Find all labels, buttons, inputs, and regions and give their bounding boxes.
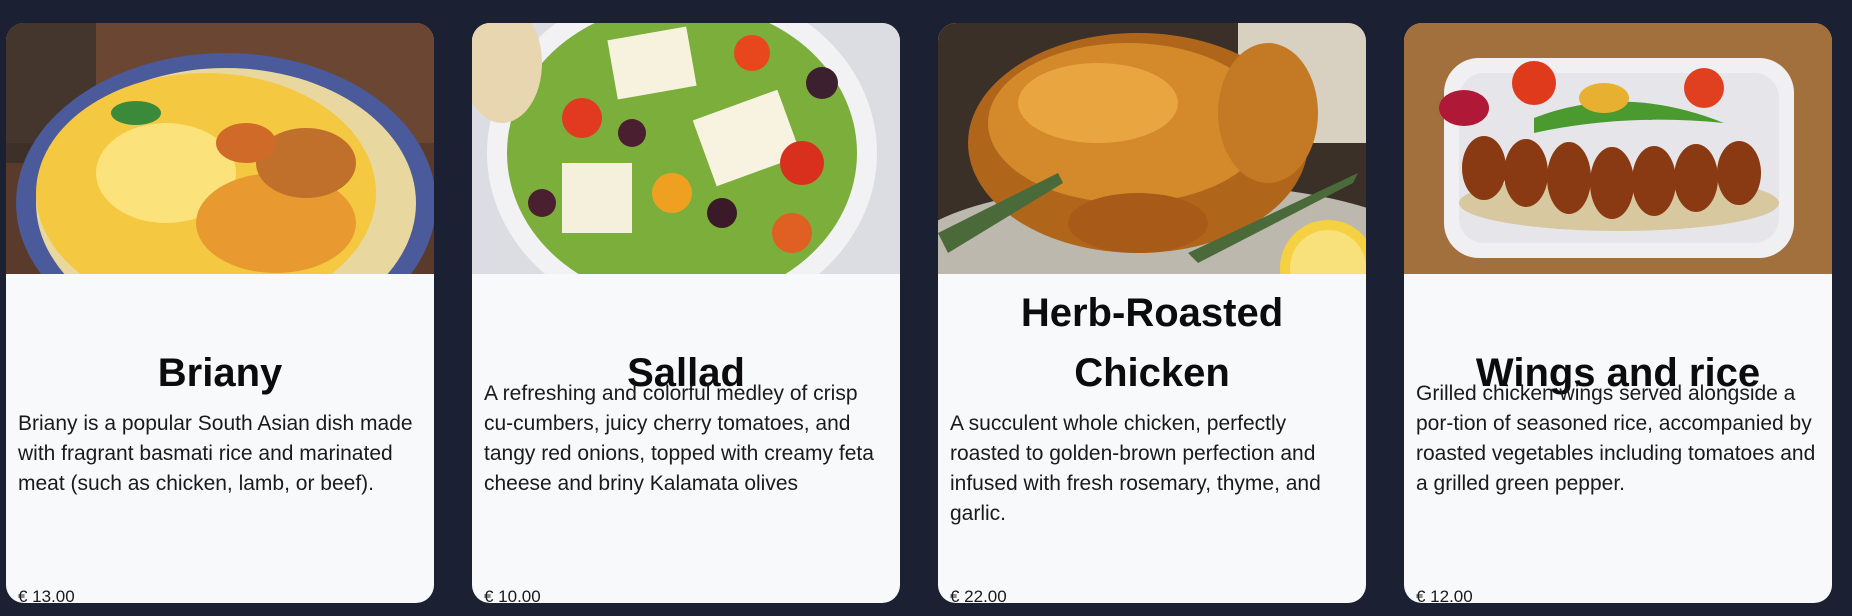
menu-card[interactable]: Wings and rice Grilled chicken wings ser…	[1404, 23, 1832, 603]
greek-salad-photo	[472, 23, 900, 274]
dish-description: A succulent whole chicken, perfectly roa…	[950, 412, 1321, 525]
dish-description: Grilled chicken wings served alongside a…	[1416, 382, 1816, 495]
wings-and-rice-photo	[1404, 23, 1832, 274]
roast-chicken-photo	[938, 23, 1366, 274]
dish-title: Briany	[157, 351, 283, 395]
menu-card[interactable]: Sallad A refreshing and colorful medley …	[472, 23, 900, 603]
dish-price: € 10.00	[484, 587, 541, 603]
dish-description: A refreshing and colorful medley of cris…	[484, 382, 874, 495]
menu-card[interactable]: Herb-Roasted Chicken A succulent whole c…	[938, 23, 1366, 603]
menu-grid: Briany Briany is a popular South Asian d…	[6, 23, 1832, 603]
dish-price: € 12.00	[1416, 587, 1473, 603]
dish-description: Briany is a popular South Asian dish mad…	[18, 412, 413, 495]
dish-title: Herb-Roasted Chicken	[1020, 291, 1284, 395]
dish-price: € 13.00	[18, 587, 75, 603]
biryani-photo	[6, 23, 434, 274]
dish-price: € 22.00	[950, 587, 1007, 603]
menu-card[interactable]: Briany Briany is a popular South Asian d…	[6, 23, 434, 603]
